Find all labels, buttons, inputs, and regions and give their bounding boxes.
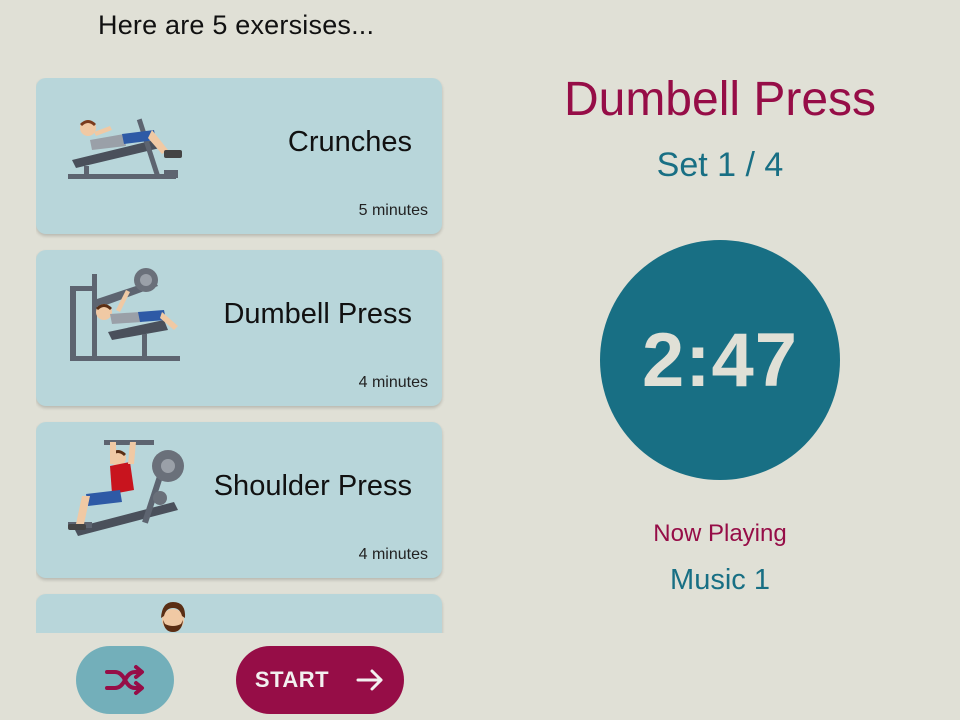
workout-status-panel: Dumbell Press Set 1 / 4 2:47 Now Playing…: [480, 0, 960, 720]
exercise-card-shoulder-press[interactable]: Shoulder Press 4 minutes: [36, 422, 442, 578]
exercise-name: Crunches: [287, 126, 412, 158]
leg-press-machine-icon: [70, 268, 180, 361]
shoulder-press-machine-icon: [68, 440, 184, 536]
shuffle-button[interactable]: [76, 646, 174, 714]
exercise-name: Shoulder Press: [213, 470, 412, 502]
start-button-label: START: [254, 667, 330, 692]
exercise-card-dumbell-press[interactable]: Dumbell Press 4 minutes: [36, 250, 442, 406]
set-counter: Set 1 / 4: [656, 146, 784, 184]
arrow-right-icon: [356, 669, 383, 691]
current-exercise-title: Dumbell Press: [563, 73, 877, 126]
now-playing-label: Now Playing: [653, 520, 787, 547]
timer-value: 2:47: [641, 317, 799, 403]
exercise-duration: 4 minutes: [358, 374, 428, 391]
person-head-icon: [161, 602, 186, 632]
shuffle-icon: [105, 665, 144, 695]
exercise-list-heading: Here are 5 exersises...: [98, 10, 375, 40]
start-button[interactable]: START: [236, 646, 404, 714]
exercise-duration: 5 minutes: [358, 202, 428, 219]
exercise-card-crunches[interactable]: Crunches 5 minutes: [36, 78, 442, 234]
exercise-name: Dumbell Press: [223, 298, 412, 330]
now-playing-track[interactable]: Music 1: [480, 564, 960, 597]
crunches-bench-icon: [68, 118, 182, 179]
countdown-timer: 2:47: [600, 240, 840, 480]
exercise-card[interactable]: [36, 594, 442, 633]
exercise-duration: 4 minutes: [358, 546, 428, 563]
exercise-list[interactable]: Crunches 5 minutes Dumbell Press 4 minut…: [36, 78, 446, 633]
